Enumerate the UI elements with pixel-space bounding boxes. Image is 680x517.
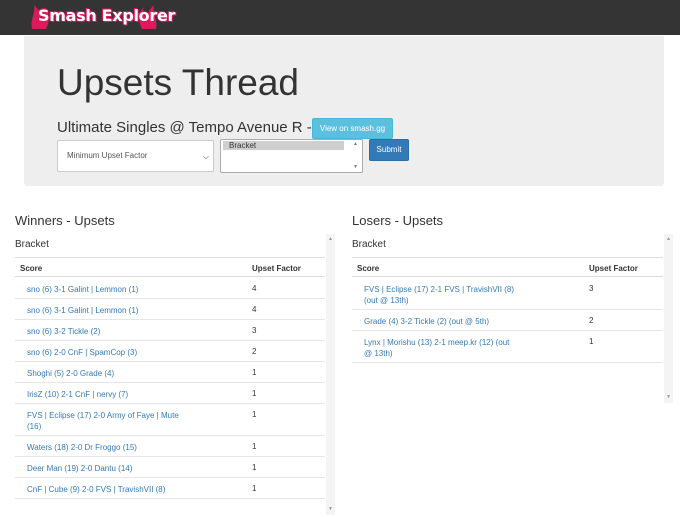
table-row: sno (6) 3-1 Galint | Lemmon (1) 4 (15, 299, 325, 320)
upset-factor-value: 1 (252, 442, 257, 451)
winners-phase: Bracket (15, 239, 49, 250)
score-link[interactable]: sno (6) 3-1 Galint | Lemmon (1) (27, 284, 138, 295)
upset-factor-value: 2 (252, 347, 257, 356)
view-on-smashgg-button[interactable]: View on smash.gg (312, 118, 393, 139)
navbar: Smash Explorer (0, 0, 680, 35)
winners-scrollbar[interactable]: ▲ ▼ (326, 234, 335, 515)
table-row: Shoghi (5) 2-0 Grade (4) 1 (15, 362, 325, 383)
score-link[interactable]: CnF | Cube (9) 2-0 FVS | TravishVII (8) (27, 484, 165, 495)
table-row: IrisZ (10) 2-1 CnF | nervy (7) 1 (15, 383, 325, 404)
score-link[interactable]: Waters (18) 2-0 Dr Froggo (15) (27, 442, 137, 453)
score-text: (16) (27, 422, 42, 431)
table-row: sno (6) 3-1 Galint | Lemmon (1) 4 (15, 278, 325, 299)
table-row: Grade (4) 3-2 Tickle (2) (out @ 5th) 2 (352, 310, 663, 331)
score-text: sno (6) 2-0 CnF | SpamCop (3) (27, 348, 138, 357)
upset-factor-value: 1 (252, 410, 257, 419)
score-link[interactable]: IrisZ (10) 2-1 CnF | nervy (7) (27, 389, 128, 400)
score-link[interactable]: FVS | Eclipse (17) 2-1 FVS | TravishVII … (364, 284, 514, 306)
score-text: Lynx | Morishu (13) 2-1 meep.kr (12) (ou… (364, 338, 510, 347)
score-text: sno (6) 3-1 Galint | Lemmon (1) (27, 285, 139, 294)
upset-factor-value: 1 (252, 463, 257, 472)
score-text: Grade (4) 3-2 Tickle (2) (out @ 5th) (364, 317, 490, 326)
upset-factor-value: 2 (589, 316, 594, 325)
phase-listbox[interactable]: Bracket ▲ ▼ (220, 139, 363, 173)
table-header: Score Upset Factor (15, 257, 325, 277)
submit-button[interactable]: Submit (369, 139, 409, 161)
score-text: FVS | Eclipse (17) 2-0 Army of Faye | Mu… (27, 411, 179, 420)
scroll-down-icon[interactable]: ▼ (328, 506, 333, 512)
score-link[interactable]: Shoghi (5) 2-0 Grade (4) (27, 368, 114, 379)
score-header: Score (357, 264, 380, 273)
score-text: sno (6) 3-1 Galint | Lemmon (1) (27, 306, 139, 315)
table-row: sno (6) 3-2 Tickle (2) 3 (15, 320, 325, 341)
score-text: IrisZ (10) 2-1 CnF | nervy (7) (27, 390, 129, 399)
table-header: Score Upset Factor (352, 257, 663, 277)
upset-factor-value: 1 (589, 337, 594, 346)
score-text: sno (6) 3-2 Tickle (2) (27, 327, 101, 336)
losers-scrollbar[interactable]: ▲ ▼ (664, 234, 673, 403)
scroll-down-icon[interactable]: ▼ (666, 394, 671, 400)
upset-factor-value: 3 (252, 326, 257, 335)
upset-factor-value: 1 (252, 484, 257, 493)
table-row: Deer Man (19) 2-0 Dantu (14) 1 (15, 457, 325, 478)
logo-text: Smash Explorer (38, 6, 176, 25)
select-value: Minimum Upset Factor (67, 151, 148, 160)
upset-factor-header: Upset Factor (589, 264, 638, 273)
score-text: FVS | Eclipse (17) 2-1 FVS | TravishVII … (364, 285, 514, 294)
table-row: FVS | Eclipse (17) 2-1 FVS | TravishVII … (352, 278, 663, 310)
scroll-down-icon[interactable]: ▼ (353, 164, 358, 170)
winners-title: Winners - Upsets (15, 213, 115, 228)
score-link[interactable]: Grade (4) 3-2 Tickle (2) (out @ 5th) (364, 316, 489, 327)
upset-factor-value: 4 (252, 284, 257, 293)
score-link[interactable]: sno (6) 2-0 CnF | SpamCop (3) (27, 347, 137, 358)
scroll-up-icon[interactable]: ▲ (328, 236, 333, 242)
score-text: Deer Man (19) 2-0 Dantu (14) (27, 464, 133, 473)
score-link[interactable]: sno (6) 3-2 Tickle (2) (27, 326, 100, 337)
losers-title: Losers - Upsets (352, 213, 444, 228)
phase-option[interactable]: Bracket (223, 141, 344, 150)
table-row: Lynx | Morishu (13) 2-1 meep.kr (12) (ou… (352, 331, 663, 363)
score-header: Score (20, 264, 43, 273)
scroll-up-icon[interactable]: ▲ (666, 236, 671, 242)
upset-factor-value: 1 (252, 368, 257, 377)
score-link[interactable]: Deer Man (19) 2-0 Dantu (14) (27, 463, 132, 474)
score-text: CnF | Cube (9) 2-0 FVS | TravishVII (8) (27, 485, 166, 494)
score-link[interactable]: FVS | Eclipse (17) 2-0 Army of Faye | Mu… (27, 410, 179, 432)
score-link[interactable]: Lynx | Morishu (13) 2-1 meep.kr (12) (ou… (364, 337, 509, 359)
scroll-up-icon[interactable]: ▲ (353, 141, 358, 147)
score-text: Shoghi (5) 2-0 Grade (4) (27, 369, 115, 378)
minimum-upset-factor-select[interactable]: Minimum Upset Factor ⌵ (57, 140, 214, 172)
upset-factor-value: 1 (252, 389, 257, 398)
upset-factor-value: 3 (589, 284, 594, 293)
smash-explorer-logo[interactable]: Smash Explorer (30, 3, 175, 31)
score-text: Waters (18) 2-0 Dr Froggo (15) (27, 443, 137, 452)
winners-table: Score Upset Factor sno (6) 3-1 Galint | … (15, 257, 325, 499)
losers-table: Score Upset Factor FVS | Eclipse (17) 2-… (352, 257, 663, 363)
table-row: FVS | Eclipse (17) 2-0 Army of Faye | Mu… (15, 404, 325, 436)
table-row: CnF | Cube (9) 2-0 FVS | TravishVII (8) 1 (15, 478, 325, 499)
score-text: (out @ 13th) (364, 296, 409, 305)
upset-factor-header: Upset Factor (252, 264, 301, 273)
table-row: Waters (18) 2-0 Dr Froggo (15) 1 (15, 436, 325, 457)
score-text: @ 13th) (364, 349, 393, 358)
event-title: Ultimate Singles @ Tempo Avenue R - 20 (57, 119, 333, 136)
listbox-scrollbar[interactable]: ▲ ▼ (351, 141, 361, 171)
losers-phase: Bracket (352, 239, 386, 250)
page-title: Upsets Thread (57, 62, 299, 103)
upset-factor-value: 4 (252, 305, 257, 314)
chevron-down-icon: ⌵ (202, 152, 209, 161)
table-row: sno (6) 2-0 CnF | SpamCop (3) 2 (15, 341, 325, 362)
score-link[interactable]: sno (6) 3-1 Galint | Lemmon (1) (27, 305, 138, 316)
